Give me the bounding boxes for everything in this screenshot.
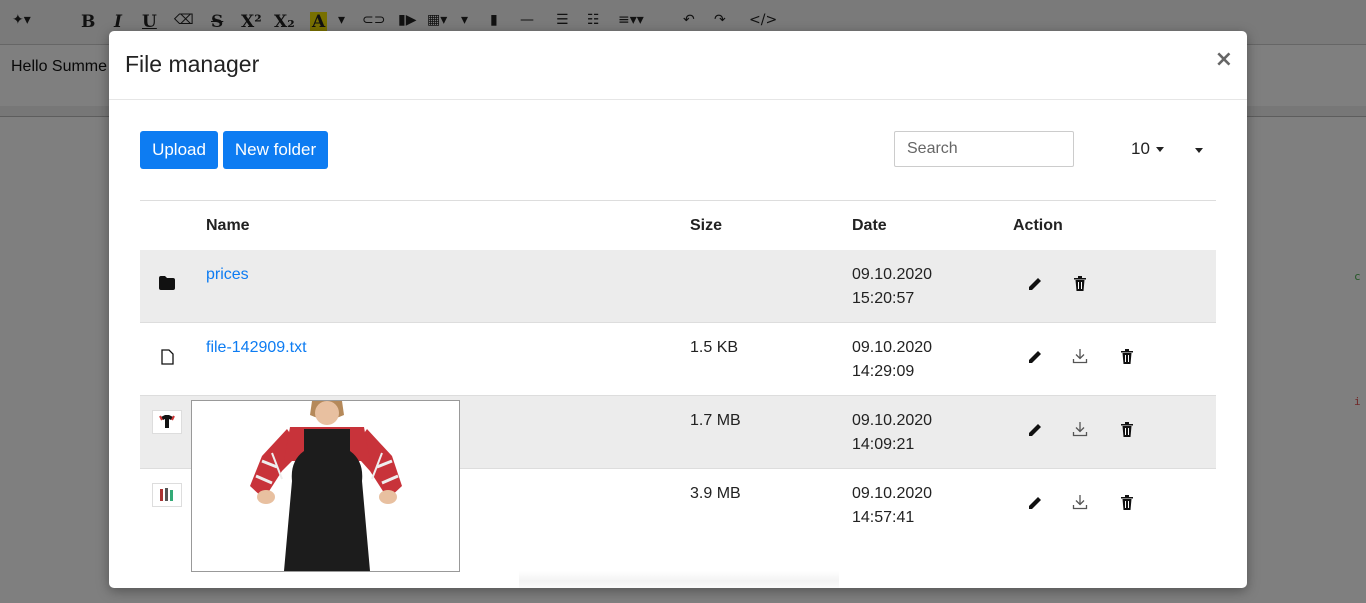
file-size: 1.5 KB — [690, 339, 739, 356]
trash-icon[interactable] — [1120, 421, 1134, 437]
column-header-size: Size — [690, 217, 723, 234]
column-header-action: Action — [1013, 217, 1063, 234]
image-thumbnail[interactable] — [152, 483, 182, 507]
close-button[interactable]: × — [1215, 47, 1233, 72]
file-date: 09.10.2020 — [852, 339, 933, 356]
table-row: file-142909.txt 1.5 KB 09.10.2020 14:29:… — [140, 323, 1216, 396]
download-icon[interactable] — [1072, 421, 1088, 437]
file-size: 1.7 MB — [690, 412, 741, 429]
file-manager-modal: File manager × Upload New folder 10 Name… — [109, 31, 1247, 588]
pencil-icon[interactable] — [1027, 495, 1043, 511]
pencil-icon[interactable] — [1027, 422, 1043, 438]
file-time: 14:57:41 — [852, 509, 915, 526]
file-name-link[interactable]: file-142909.txt — [206, 336, 307, 360]
file-date: 09.10.2020 — [852, 266, 933, 283]
per-page-select[interactable]: 10 — [1131, 139, 1164, 159]
modal-title: File manager — [125, 51, 260, 77]
trash-icon[interactable] — [1120, 348, 1134, 364]
chevron-down-icon[interactable] — [1195, 148, 1203, 153]
pencil-icon[interactable] — [1027, 276, 1043, 292]
image-preview-popup — [191, 400, 460, 572]
file-time: 15:20:57 — [852, 290, 915, 307]
file-size: 3.9 MB — [690, 485, 741, 502]
pencil-icon[interactable] — [1027, 349, 1043, 365]
file-time: 14:29:09 — [852, 363, 915, 380]
per-page-value: 10 — [1131, 139, 1150, 158]
modal-header: File manager × — [109, 31, 1247, 100]
file-name-link[interactable]: prices — [206, 263, 249, 287]
file-date: 09.10.2020 — [852, 412, 933, 429]
file-time: 14:09:21 — [852, 436, 915, 453]
trash-icon[interactable] — [1073, 275, 1087, 291]
apron-image — [250, 401, 402, 571]
new-folder-button[interactable]: New folder — [223, 131, 328, 169]
column-header-name: Name — [206, 217, 250, 234]
folder-icon — [159, 276, 175, 290]
file-date: 09.10.2020 — [852, 485, 933, 502]
download-icon[interactable] — [1072, 494, 1088, 510]
chevron-down-icon — [1155, 147, 1164, 153]
column-header-date: Date — [852, 217, 887, 234]
table-header: Name Size Date Action — [140, 200, 1216, 252]
image-thumbnail[interactable] — [152, 410, 182, 434]
download-icon[interactable] — [1072, 348, 1088, 364]
table-row: prices 09.10.2020 15:20:57 — [140, 250, 1216, 323]
file-icon — [161, 349, 174, 365]
search-input[interactable] — [894, 131, 1074, 167]
upload-button[interactable]: Upload — [140, 131, 218, 169]
bottom-shadow — [519, 571, 839, 588]
trash-icon[interactable] — [1120, 494, 1134, 510]
